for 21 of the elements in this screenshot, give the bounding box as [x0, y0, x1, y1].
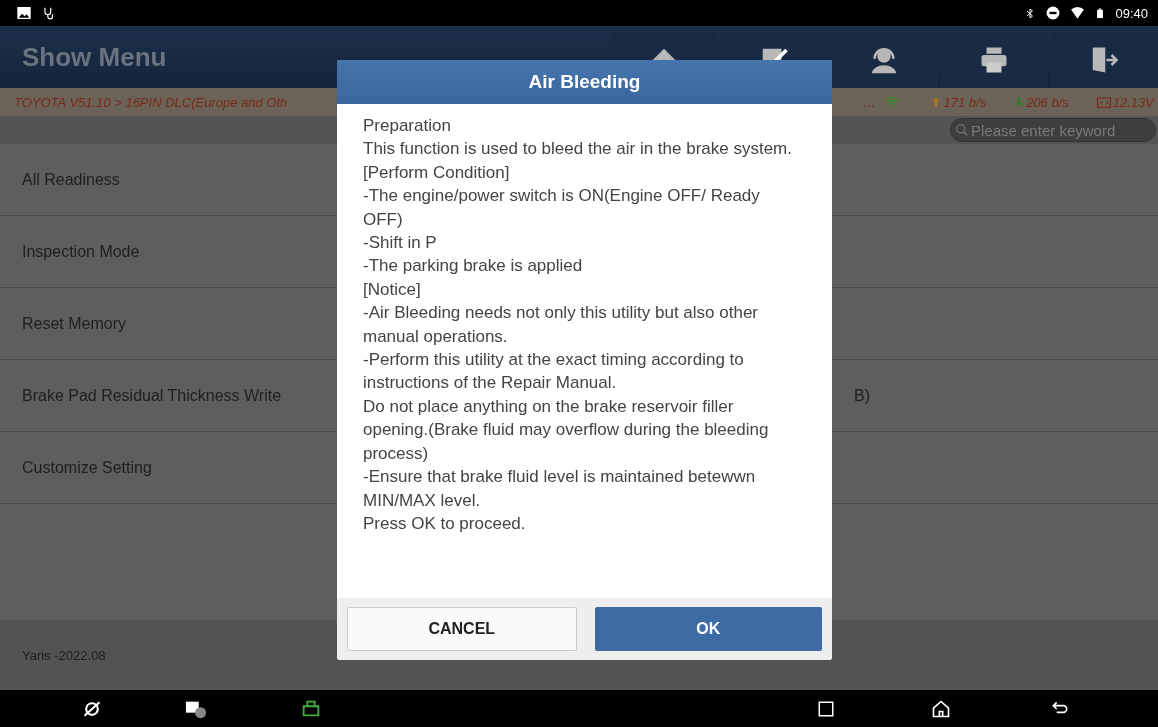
menu-item-fragment: B) [854, 386, 870, 405]
download-rate: 206 b/s [1026, 94, 1069, 110]
dialog-text: Press OK to proceed. [363, 512, 527, 535]
dialog-text: -Perform this utility at the exact timing according to instructions of the Repair Manual. [363, 349, 745, 395]
dialog-text: -The parking brake is applied [363, 255, 584, 278]
dialog-title: Air Bleeding [337, 60, 832, 104]
dialog-text: [Notice] [363, 278, 422, 301]
dialog-text: Preparation [363, 115, 452, 137]
page-title: Show Menu [21, 41, 168, 73]
voltage-reading: 12.13V [1112, 94, 1154, 110]
upload-rate: 171 b/s [943, 94, 987, 110]
breadcrumb-ellipsis: … [862, 94, 876, 110]
dialog-text: [Perform Condition] [363, 161, 511, 184]
dialog-text: This function is used to bleed the air in the brake system. [363, 138, 792, 161]
dialog-text: -Shift in P [363, 232, 438, 255]
breadcrumb-path: TOYOTA V51.10 > 16PIN DLC(Europe and Oth [14, 94, 289, 110]
dialog-text: -Ensure that brake fluid level is maintained betewwn MIN/MAX level. [363, 466, 757, 512]
dialog-text: -Air Bleeding needs not only this utility but also other manual operations. [363, 302, 759, 348]
dialog-text: -The engine/power switch is ON(Engine OFF/ Ready OFF) [363, 185, 761, 231]
clock-time: 09:40 [1115, 5, 1148, 21]
dialog-text: Do not place anything on the brake reservoir filler opening.(Brake fluid may overflow during the bleeding process) [363, 395, 770, 465]
